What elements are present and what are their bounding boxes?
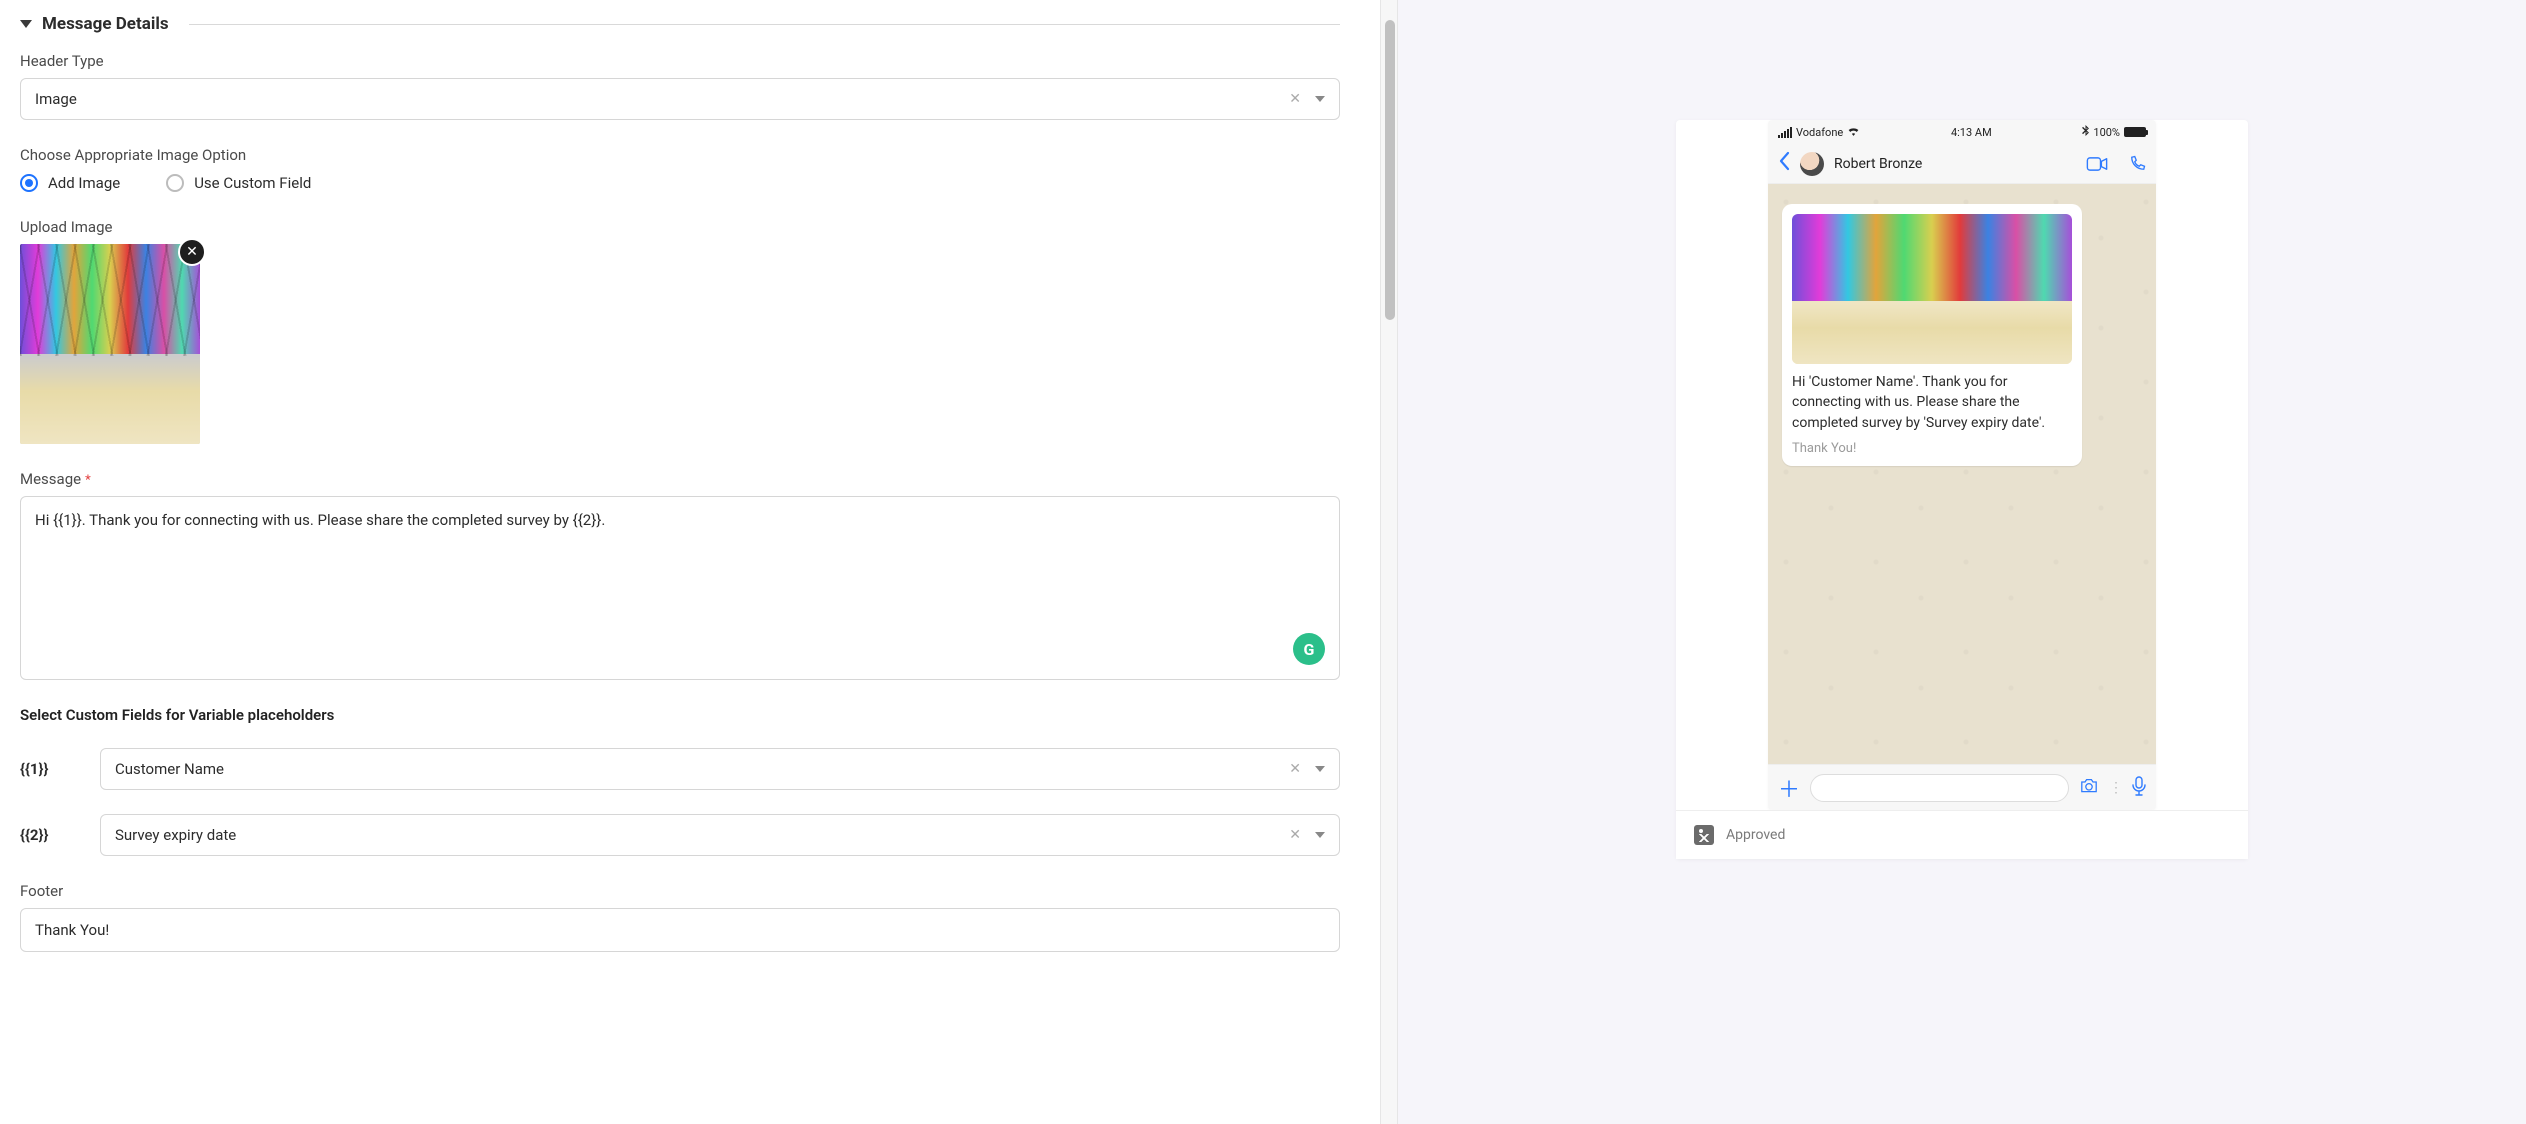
variable-row: {{1}} Customer Name ✕ xyxy=(20,748,1340,790)
back-icon[interactable] xyxy=(1778,151,1790,177)
chevron-down-icon[interactable] xyxy=(1315,96,1325,102)
radio-label: Add Image xyxy=(48,174,120,192)
header-type-group: Header Type Image ✕ xyxy=(20,52,1340,120)
message-bubble: Hi 'Customer Name'. Thank you for connec… xyxy=(1782,204,2082,466)
chevron-down-icon[interactable] xyxy=(1315,832,1325,838)
preview-panel: Vodafone 4:13 AM 100% xyxy=(1398,0,2526,1124)
camera-icon[interactable] xyxy=(2079,778,2099,798)
bubble-footer: Thank You! xyxy=(1792,441,2072,456)
header-type-value: Image xyxy=(35,90,1289,108)
variables-section: Select Custom Fields for Variable placeh… xyxy=(20,706,1340,856)
variables-section-label: Select Custom Fields for Variable placeh… xyxy=(20,706,1340,724)
chat-header: Robert Bronze xyxy=(1768,144,2156,184)
avatar[interactable] xyxy=(1800,152,1824,176)
bubble-text: Hi 'Customer Name'. Thank you for connec… xyxy=(1792,372,2072,433)
variable-token: {{2}} xyxy=(20,826,76,844)
section-header[interactable]: Message Details xyxy=(20,14,1340,34)
chat-input-bar: ＋ ⋮ xyxy=(1768,764,2156,810)
divider xyxy=(189,24,1340,25)
grammarly-icon[interactable]: G xyxy=(1293,633,1325,665)
radio-use-custom-field[interactable]: Use Custom Field xyxy=(166,174,311,192)
panel-divider xyxy=(1380,0,1398,1124)
clear-icon[interactable]: ✕ xyxy=(1289,91,1301,107)
clear-icon[interactable]: ✕ xyxy=(1289,761,1301,777)
section-title: Message Details xyxy=(42,14,169,34)
variable-2-value: Survey expiry date xyxy=(115,826,1289,844)
more-icon[interactable]: ⋮ xyxy=(2109,780,2122,796)
radio-label: Use Custom Field xyxy=(194,174,311,192)
image-preview xyxy=(20,244,200,444)
chat-body: Hi 'Customer Name'. Thank you for connec… xyxy=(1768,184,2156,764)
scrollbar-thumb[interactable] xyxy=(1385,20,1395,320)
mic-icon[interactable] xyxy=(2132,776,2146,800)
upload-image-group: Upload Image ✕ xyxy=(20,218,1340,444)
variable-token: {{1}} xyxy=(20,760,76,778)
video-call-icon[interactable] xyxy=(2086,157,2108,171)
variable-row: {{2}} Survey expiry date ✕ xyxy=(20,814,1340,856)
radio-icon xyxy=(166,174,184,192)
chevron-down-icon[interactable] xyxy=(1315,766,1325,772)
upload-image-label: Upload Image xyxy=(20,218,1340,236)
radio-add-image[interactable]: Add Image xyxy=(20,174,120,192)
phone-preview: Vodafone 4:13 AM 100% xyxy=(1768,120,2156,810)
message-value: Hi {{1}}. Thank you for connecting with … xyxy=(35,511,605,529)
footer-label: Footer xyxy=(20,882,1340,900)
contact-name[interactable]: Robert Bronze xyxy=(1834,156,2076,172)
status-time: 4:13 AM xyxy=(1951,126,1992,139)
message-group: Message * Hi {{1}}. Thank you for connect… xyxy=(20,470,1340,680)
remove-image-button[interactable]: ✕ xyxy=(178,238,206,266)
footer-input[interactable]: Thank You! xyxy=(20,908,1340,952)
variable-1-value: Customer Name xyxy=(115,760,1289,778)
carrier-name: Vodafone xyxy=(1796,126,1843,139)
approval-status: Approved xyxy=(1676,810,2248,859)
preview-card: Vodafone 4:13 AM 100% xyxy=(1676,120,2248,859)
close-icon: ✕ xyxy=(186,244,198,260)
variable-1-select[interactable]: Customer Name ✕ xyxy=(100,748,1340,790)
footer-group: Footer Thank You! xyxy=(20,882,1340,952)
radio-icon xyxy=(20,174,38,192)
header-type-label: Header Type xyxy=(20,52,1340,70)
image-option-group: Choose Appropriate Image Option Add Imag… xyxy=(20,146,1340,192)
battery-percent: 100% xyxy=(2093,126,2120,139)
chat-text-input[interactable] xyxy=(1810,774,2069,802)
clear-icon[interactable]: ✕ xyxy=(1289,827,1301,843)
collapse-triangle-icon[interactable] xyxy=(20,20,32,28)
wifi-icon xyxy=(1847,126,1860,139)
required-asterisk: * xyxy=(85,473,91,488)
message-textarea[interactable]: Hi {{1}}. Thank you for connecting with … xyxy=(20,496,1340,680)
bluetooth-icon xyxy=(2082,125,2089,139)
uploaded-image-thumbnail[interactable]: ✕ xyxy=(20,244,200,444)
battery-icon xyxy=(2124,127,2146,137)
image-icon xyxy=(1694,825,1714,845)
voice-call-icon[interactable] xyxy=(2128,155,2146,173)
variable-2-select[interactable]: Survey expiry date ✕ xyxy=(100,814,1340,856)
signal-icon xyxy=(1778,127,1792,138)
bubble-image xyxy=(1792,214,2072,364)
message-label: Message * xyxy=(20,470,1340,488)
message-label-text: Message xyxy=(20,470,81,488)
footer-value: Thank You! xyxy=(35,921,109,939)
phone-status-bar: Vodafone 4:13 AM 100% xyxy=(1768,120,2156,144)
add-attachment-icon[interactable]: ＋ xyxy=(1778,772,1800,804)
form-panel: Message Details Header Type Image ✕ Choo… xyxy=(0,0,1380,1124)
approval-text: Approved xyxy=(1726,827,1785,843)
image-option-label: Choose Appropriate Image Option xyxy=(20,146,1340,164)
header-type-select[interactable]: Image ✕ xyxy=(20,78,1340,120)
